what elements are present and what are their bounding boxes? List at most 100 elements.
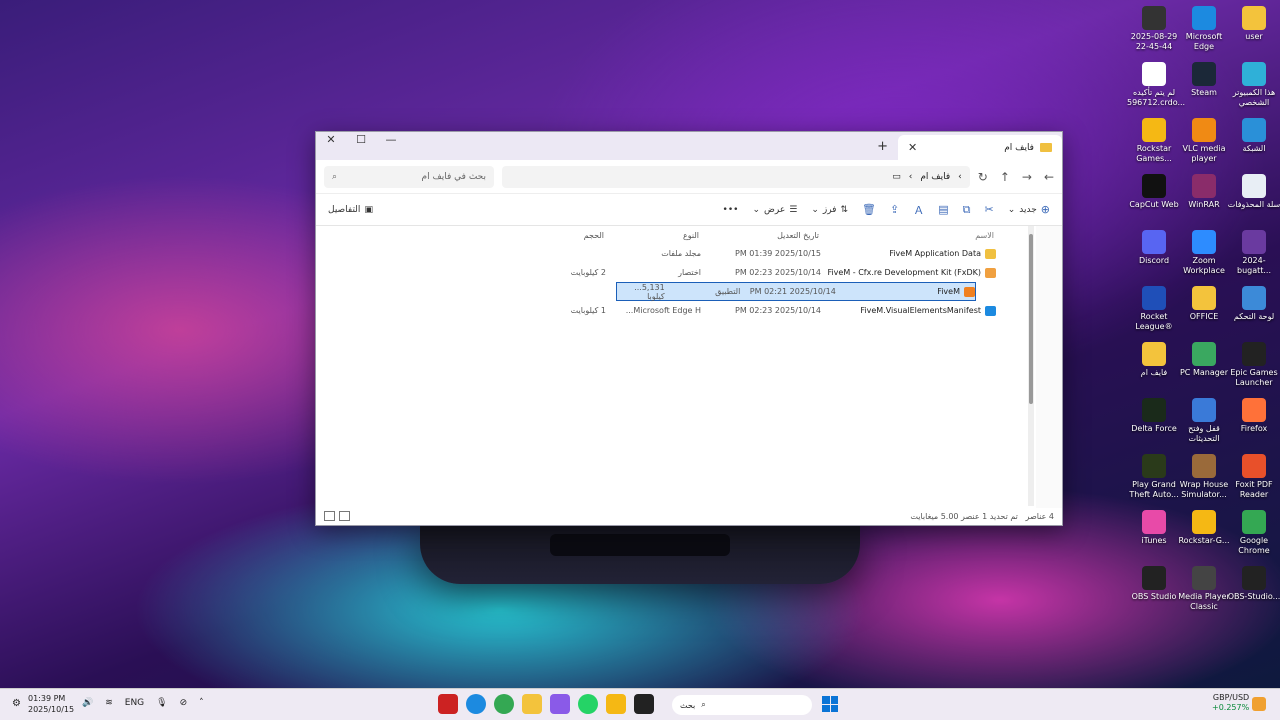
desktop-icon[interactable]: OBS Studio bbox=[1127, 566, 1181, 602]
microphone-icon[interactable]: 🎙 bbox=[156, 698, 167, 708]
file-row[interactable]: FiveM Application Data 2025/10/15 01:39 P… bbox=[316, 244, 1026, 263]
new-button[interactable]: ⊕ جديد ⌄ bbox=[1008, 203, 1050, 216]
file-row[interactable]: FiveM - Cfx.re Development Kit (FxDK) 202… bbox=[316, 263, 1026, 282]
sort-button[interactable]: ⇅ فرز ⌄ bbox=[811, 205, 848, 215]
new-tab-button[interactable]: + bbox=[877, 139, 888, 154]
file-explorer-window[interactable]: ✕ ☐ — + ✕ فايف ام بحث في فايف ام ⌕ › فاي… bbox=[315, 131, 1063, 526]
desktop-icon-label: Rocket League® bbox=[1135, 312, 1173, 331]
minimize-icon[interactable]: — bbox=[376, 132, 406, 148]
desktop-icon[interactable]: OBS-Studio... bbox=[1227, 566, 1280, 602]
refresh-icon[interactable]: ↻ bbox=[978, 170, 988, 184]
share-icon[interactable]: ⇪ bbox=[890, 203, 899, 216]
currency-widget[interactable]: GBP/USD +0.257% bbox=[1212, 693, 1249, 713]
search-input[interactable]: بحث في فايف ام ⌕ bbox=[324, 165, 494, 188]
desktop-icon[interactable]: Rockstar-G... bbox=[1177, 510, 1231, 546]
thumbnails-view-icon[interactable] bbox=[324, 511, 335, 521]
column-name[interactable]: الاسم bbox=[819, 231, 994, 240]
chevron-right-icon: › bbox=[958, 171, 962, 182]
copy-icon[interactable]: ⧉ bbox=[963, 203, 971, 217]
delete-icon[interactable]: 🗑 bbox=[862, 203, 876, 216]
desktop-icon[interactable]: Google Chrome bbox=[1227, 510, 1280, 556]
desktop-icon-label: Media Player Classic bbox=[1178, 592, 1230, 611]
breadcrumb-item[interactable]: فايف ام bbox=[920, 172, 950, 182]
volume-icon[interactable]: 🔊 bbox=[82, 698, 93, 708]
cut-icon[interactable]: ✂ bbox=[984, 203, 993, 216]
desktop-icon[interactable]: لم يتم تأكيده 596712.crdo... bbox=[1127, 62, 1185, 108]
desktop-icon[interactable]: Microsoft Edge bbox=[1177, 6, 1231, 52]
app-icon[interactable] bbox=[438, 694, 458, 714]
monitor-icon[interactable]: ▭ bbox=[892, 172, 901, 182]
taskbar-search[interactable]: ⌕ بحث bbox=[672, 695, 812, 715]
details-button[interactable]: ▣ التفاصيل bbox=[328, 205, 373, 215]
column-size[interactable]: الحجم bbox=[544, 231, 604, 240]
up-icon[interactable]: ↑ bbox=[1000, 170, 1010, 184]
rockstar-icon[interactable] bbox=[606, 694, 626, 714]
paste-icon[interactable]: ▤ bbox=[938, 203, 948, 216]
desktop-icon[interactable]: سلة المحذوفات bbox=[1227, 174, 1280, 210]
new-label: جديد bbox=[1019, 204, 1037, 215]
winrar-icon bbox=[1192, 174, 1216, 198]
desktop-icon[interactable]: Foxit PDF Reader bbox=[1227, 454, 1280, 500]
desktop-icon[interactable]: 2024-bugatt... bbox=[1227, 230, 1280, 276]
notification-icon[interactable] bbox=[1252, 697, 1266, 711]
start-button[interactable] bbox=[822, 696, 838, 712]
view-button[interactable]: ☰ عرض ⌄ bbox=[752, 205, 797, 215]
desktop-icon[interactable]: OFFICE bbox=[1177, 286, 1231, 322]
tab-close-icon[interactable]: ✕ bbox=[908, 141, 917, 154]
desktop-icon-label: Google Chrome bbox=[1238, 536, 1270, 555]
close-icon[interactable]: ✕ bbox=[316, 132, 346, 148]
file-row[interactable]: FiveM.VisualElementsManifest 2025/10/14 0… bbox=[316, 301, 1026, 320]
file-row[interactable]: FiveM 2025/10/14 02:21 PM التطبيق 5,131... … bbox=[616, 282, 976, 301]
language-indicator[interactable]: ENG bbox=[125, 698, 144, 708]
desktop-icon[interactable]: قفل وفتح التحديثات bbox=[1177, 398, 1231, 444]
column-date[interactable]: تاريخ التعديل bbox=[699, 231, 819, 240]
chrome-icon[interactable] bbox=[494, 694, 514, 714]
desktop-icon[interactable]: CapCut Web bbox=[1127, 174, 1181, 210]
desktop-icon[interactable]: 2025-08-29 22-45-44 bbox=[1127, 6, 1181, 52]
column-type[interactable]: النوع bbox=[604, 231, 699, 240]
maximize-icon[interactable]: ☐ bbox=[346, 132, 376, 148]
desktop-icon[interactable]: iTunes bbox=[1127, 510, 1181, 546]
rename-icon[interactable]: Ａ bbox=[913, 202, 924, 218]
desktop-icon[interactable]: Wrap House Simulator... bbox=[1177, 454, 1231, 500]
desktop-icon[interactable]: هذا الكمبيوتر الشخصي bbox=[1227, 62, 1280, 108]
desktop-icon[interactable]: Steam bbox=[1177, 62, 1231, 98]
desktop-icon[interactable]: Rocket League® bbox=[1127, 286, 1181, 332]
desktop-icon[interactable]: Media Player Classic bbox=[1177, 566, 1231, 612]
file-explorer-icon[interactable] bbox=[522, 694, 542, 714]
desktop-icon[interactable]: Epic Games Launcher bbox=[1227, 342, 1280, 388]
desktop-icon[interactable]: Delta Force bbox=[1127, 398, 1181, 434]
desktop-icon[interactable]: Firefox bbox=[1227, 398, 1280, 434]
desktop-icon[interactable]: WinRAR bbox=[1177, 174, 1231, 210]
desktop-icon[interactable]: Zoom Workplace bbox=[1177, 230, 1231, 276]
notifications-off-icon[interactable]: ⊘ bbox=[180, 698, 188, 708]
scrollbar[interactable] bbox=[1028, 226, 1034, 506]
back-icon[interactable]: ← bbox=[1044, 170, 1054, 184]
forward-icon[interactable]: → bbox=[1022, 170, 1032, 184]
desktop-icon[interactable]: PC Manager bbox=[1177, 342, 1231, 378]
desktop-icon[interactable]: Play Grand Theft Auto... bbox=[1127, 454, 1181, 500]
clock[interactable]: 01:39 PM 2025/10/15 bbox=[28, 693, 74, 715]
more-options-icon[interactable]: ••• bbox=[723, 205, 739, 215]
address-bar[interactable]: › فايف ام › ▭ bbox=[502, 165, 970, 188]
fivem-icon bbox=[964, 286, 975, 297]
desktop-icon[interactable]: VLC media player bbox=[1177, 118, 1231, 164]
desktop-icon[interactable]: لوحة التحكم bbox=[1227, 286, 1280, 322]
edge-icon[interactable] bbox=[466, 694, 486, 714]
weather-icon[interactable]: ⚙ bbox=[12, 698, 21, 709]
desktop-icon-label: OFFICE bbox=[1189, 312, 1219, 321]
desktop-icon[interactable]: فايف ام bbox=[1127, 342, 1181, 378]
desktop-icon[interactable]: user bbox=[1227, 6, 1280, 42]
terminal-icon[interactable] bbox=[634, 694, 654, 714]
desktop-icon[interactable]: Rockstar Games... bbox=[1127, 118, 1181, 164]
tab-fivem[interactable]: ✕ فايف ام bbox=[898, 135, 1062, 160]
desktop-icon[interactable]: الشبكة bbox=[1227, 118, 1280, 154]
desktop-icon[interactable]: Discord bbox=[1127, 230, 1181, 266]
game-icon bbox=[1192, 454, 1216, 478]
title-bar[interactable]: ✕ ☐ — + ✕ فايف ام bbox=[316, 132, 1062, 160]
chevron-up-icon[interactable]: ˄ bbox=[199, 698, 204, 708]
copilot-icon[interactable] bbox=[550, 694, 570, 714]
wifi-icon[interactable]: ≋ bbox=[105, 698, 113, 708]
details-view-icon[interactable] bbox=[339, 511, 350, 521]
whatsapp-icon[interactable] bbox=[578, 694, 598, 714]
